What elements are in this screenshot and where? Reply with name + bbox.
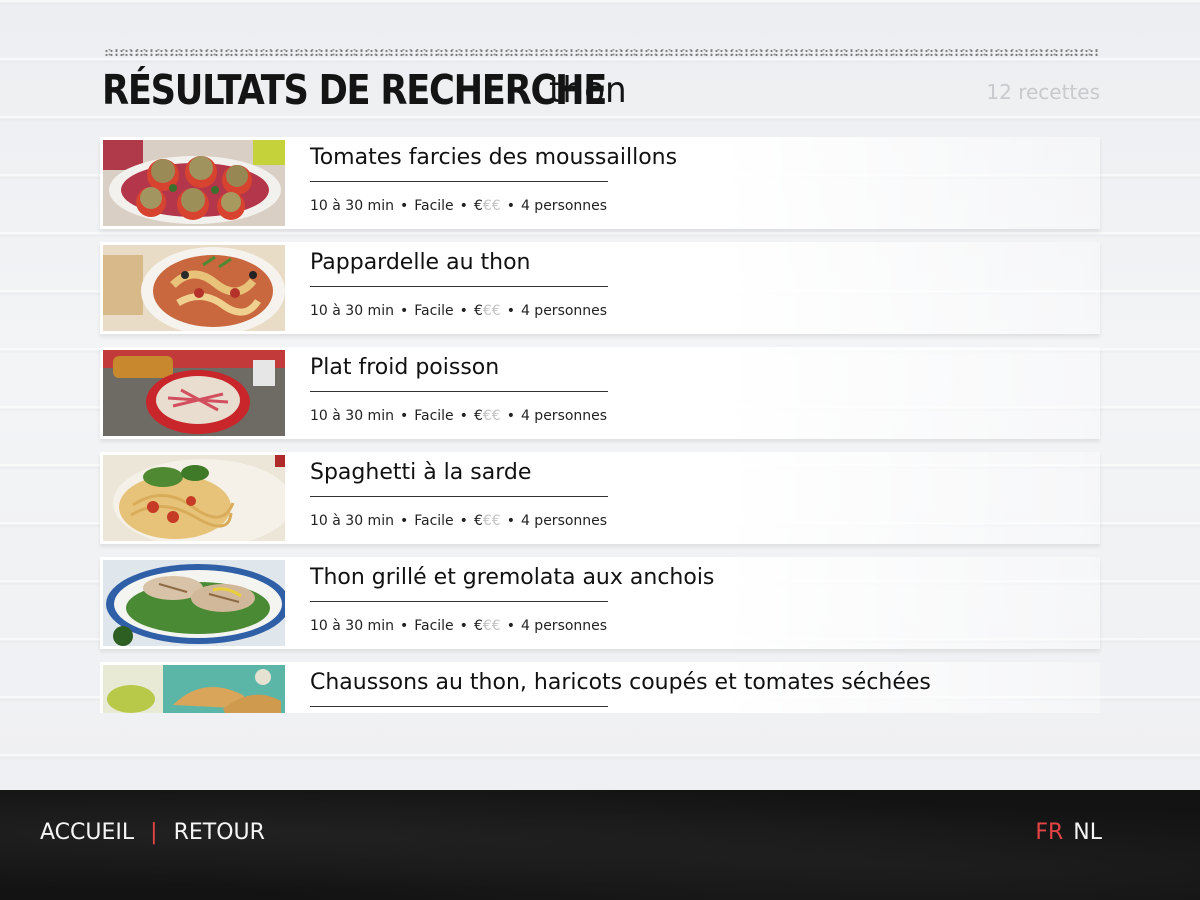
search-query: thon — [549, 70, 627, 111]
price-active: € — [473, 303, 483, 319]
page-title: Résultats de recherche — [102, 66, 607, 114]
recipe-servings: 4 personnes — [520, 408, 608, 424]
price-active: € — [473, 513, 483, 529]
recipe-meta: 10 à 30 min • Facile • €€€ • 4 personnes — [310, 303, 608, 319]
recipe-meta: 10 à 30 min • Facile • €€€ • 4 personnes — [310, 513, 608, 529]
title-divider — [310, 286, 608, 287]
recipe-servings: 4 personnes — [520, 513, 608, 529]
footer-bar: ACCUEIL | RETOUR FR NL — [0, 790, 1200, 900]
recipe-thumbnail — [103, 455, 285, 541]
home-link[interactable]: ACCUEIL — [40, 820, 134, 845]
recipe-duration: 10 à 30 min — [310, 513, 394, 529]
recipe-meta: 10 à 30 min • Facile • €€€ • 4 personnes — [310, 408, 608, 424]
recipe-card[interactable]: Chaussons au thon, haricots coupés et to… — [100, 662, 1100, 713]
recipe-difficulty: Facile — [414, 618, 454, 634]
language-switcher: FR NL — [1035, 820, 1102, 845]
cold-fish-salad-image — [103, 350, 285, 436]
recipe-price: €€€ — [474, 408, 501, 424]
recipe-duration: 10 à 30 min — [310, 408, 394, 424]
result-count: 12 recettes — [986, 80, 1100, 104]
price-inactive: €€ — [482, 513, 501, 529]
recipe-title: Plat froid poisson — [310, 355, 500, 380]
recipe-servings: 4 personnes — [520, 618, 608, 634]
recipe-title: Chaussons au thon, haricots coupés et to… — [310, 670, 931, 695]
pappardelle-image — [103, 245, 285, 331]
nav-separator: | — [150, 820, 158, 845]
recipe-title: Tomates farcies des moussaillons — [310, 145, 678, 170]
recipe-duration: 10 à 30 min — [310, 618, 394, 634]
turnovers-image — [103, 665, 285, 713]
price-active: € — [473, 408, 483, 424]
title-divider — [310, 391, 608, 392]
price-active: € — [473, 618, 483, 634]
recipe-thumbnail — [103, 560, 285, 646]
recipe-card[interactable]: Plat froid poisson 10 à 30 min • Facile • €€… — [100, 347, 1100, 439]
recipe-title: Pappardelle au thon — [310, 250, 531, 275]
back-link[interactable]: RETOUR — [174, 820, 265, 845]
recipe-price: €€€ — [474, 303, 501, 319]
price-inactive: €€ — [482, 618, 501, 634]
lang-fr-link[interactable]: FR — [1035, 820, 1063, 845]
recipe-difficulty: Facile — [414, 303, 454, 319]
recipe-thumbnail — [103, 350, 285, 436]
price-inactive: €€ — [482, 198, 501, 214]
recipe-price: €€€ — [474, 198, 501, 214]
page-header: Résultats de recherche thon 12 recettes — [102, 60, 1102, 116]
recipe-card[interactable]: Spaghetti à la sarde 10 à 30 min • Facile •… — [100, 452, 1100, 544]
recipe-meta: 10 à 30 min • Facile • €€€ • 4 personnes — [310, 198, 608, 214]
recipe-card[interactable]: Tomates farcies des moussaillons 10 à 30… — [100, 137, 1100, 229]
recipe-thumbnail — [103, 665, 285, 713]
recipe-duration: 10 à 30 min — [310, 198, 394, 214]
title-divider — [310, 706, 608, 707]
stuffed-tomatoes-image — [103, 140, 285, 226]
recipe-title: Thon grillé et gremolata aux anchois — [310, 565, 715, 590]
recipe-servings: 4 personnes — [520, 303, 608, 319]
recipe-thumbnail — [103, 140, 285, 226]
recipe-price: €€€ — [474, 618, 501, 634]
recipe-difficulty: Facile — [414, 408, 454, 424]
recipe-title: Spaghetti à la sarde — [310, 460, 532, 485]
lang-nl-link[interactable]: NL — [1073, 820, 1102, 845]
recipe-meta: 10 à 30 min • Facile • €€€ • 4 personnes — [310, 618, 608, 634]
recipe-price: €€€ — [474, 513, 501, 529]
recipe-card[interactable]: Thon grillé et gremolata aux anchois 10 … — [100, 557, 1100, 649]
footer-nav: ACCUEIL | RETOUR — [40, 820, 265, 845]
recipe-duration: 10 à 30 min — [310, 303, 394, 319]
title-divider — [310, 496, 608, 497]
spaghetti-image — [103, 455, 285, 541]
recipe-difficulty: Facile — [414, 198, 454, 214]
recipe-servings: 4 personnes — [520, 198, 608, 214]
price-inactive: €€ — [482, 303, 501, 319]
decorative-dotted-border — [104, 49, 1100, 57]
recipe-card[interactable]: Pappardelle au thon 10 à 30 min • Facile • €… — [100, 242, 1100, 334]
title-divider — [310, 181, 608, 182]
title-divider — [310, 601, 608, 602]
grilled-tuna-image — [103, 560, 285, 646]
price-inactive: €€ — [482, 408, 501, 424]
recipe-thumbnail — [103, 245, 285, 331]
recipe-difficulty: Facile — [414, 513, 454, 529]
price-active: € — [473, 198, 483, 214]
